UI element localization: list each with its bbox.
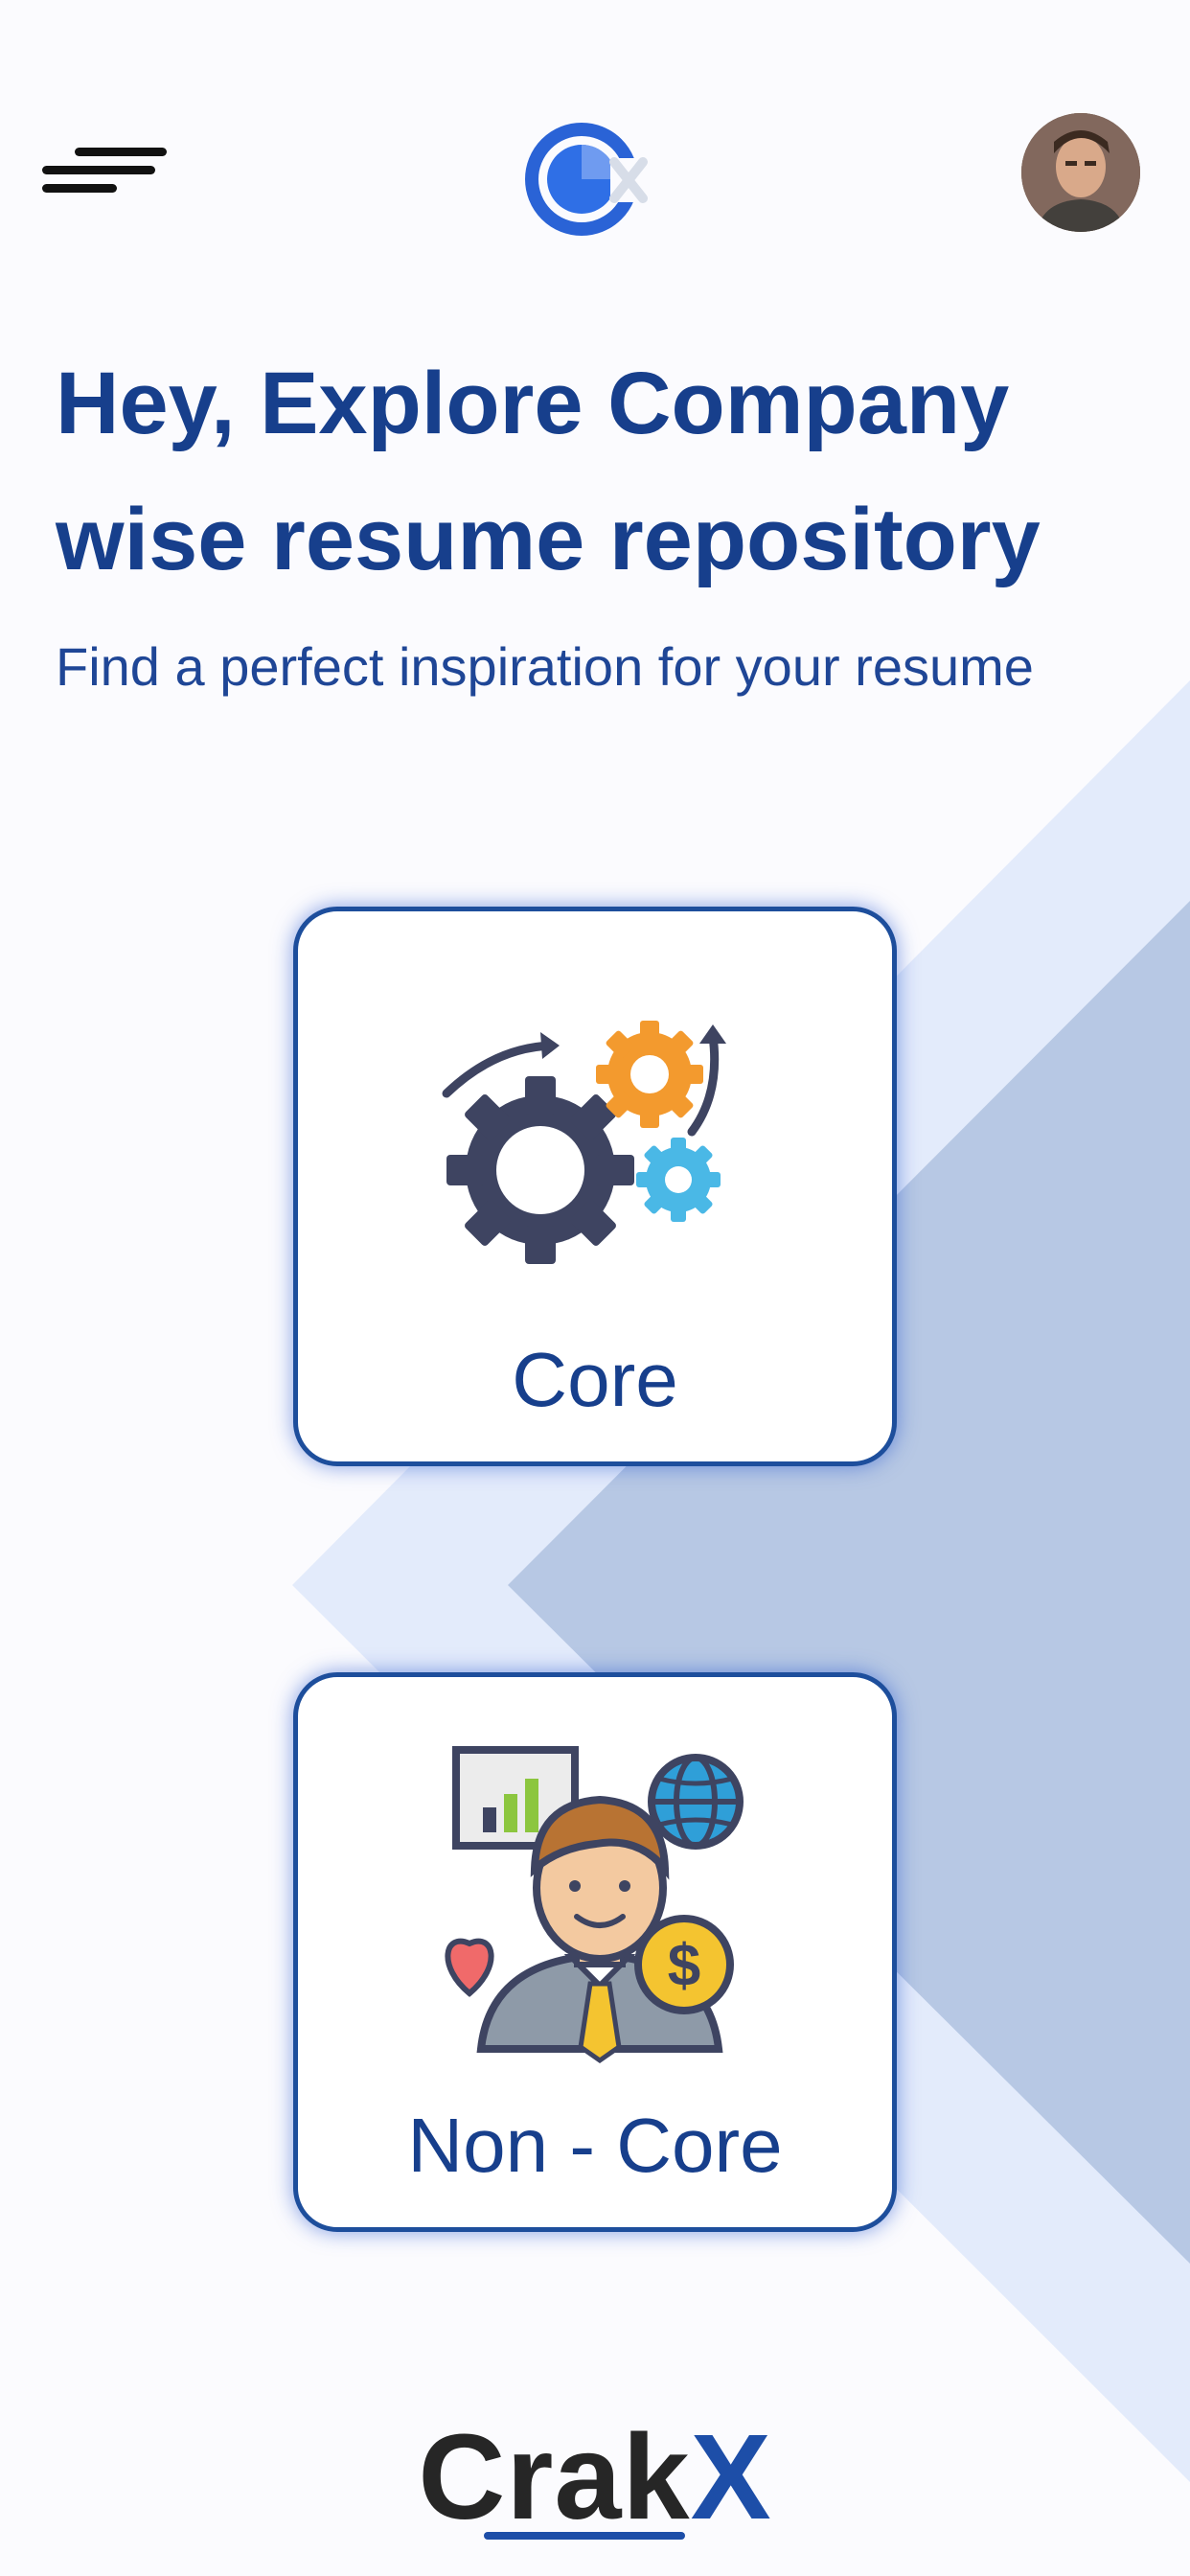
category-card-core[interactable]: Core: [293, 907, 897, 1466]
svg-text:$: $: [668, 1933, 700, 1999]
brand-text-x: X: [690, 2409, 772, 2544]
profile-avatar[interactable]: [1021, 113, 1140, 232]
app-header: [0, 0, 1190, 316]
category-label-core: Core: [512, 1337, 678, 1422]
page-subtitle: Find a perfect inspiration for your resu…: [56, 636, 1034, 697]
page-title: Hey, Explore Company wise resume reposit…: [56, 355, 1041, 588]
menu-button[interactable]: [42, 134, 167, 211]
brand-text-crak: Crak: [418, 2409, 691, 2544]
category-label-non-core: Non - Core: [407, 2103, 783, 2188]
user-avatar-icon: [1021, 113, 1140, 232]
brand-logo: CrakX: [0, 2415, 1190, 2540]
menu-icon: [75, 148, 167, 156]
businessman-icon: $: [445, 1746, 744, 2064]
cx-logo: [525, 123, 649, 236]
gears-icon: [442, 1021, 726, 1264]
category-card-non-core[interactable]: $ Non - Core: [293, 1672, 897, 2232]
